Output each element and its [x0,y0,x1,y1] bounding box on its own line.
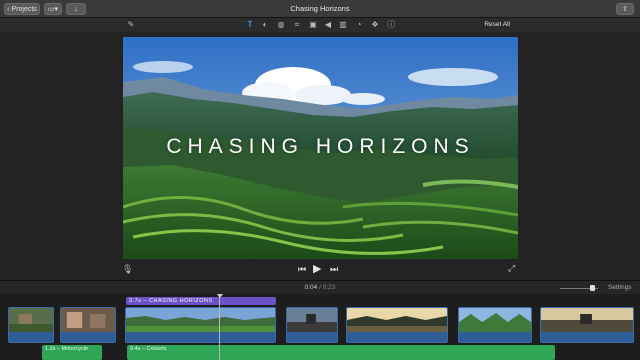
color-correction-icon[interactable]: ◍ [276,20,286,30]
reset-all-button[interactable]: Reset All [484,21,510,28]
clip-filter-icon[interactable]: ❖ [370,20,380,30]
total-time: 0:23 [322,284,336,291]
timecode: 0:04 / 0:23 [0,284,640,291]
fullscreen-icon[interactable]: ⤢ [508,263,515,274]
volume-icon[interactable]: ◀ [323,20,333,30]
stabilization-icon[interactable]: ▣ [308,20,318,30]
adjustments-toolbar: ✎ T ◐ ◍ ⌗ ▣ ◀ ▥ ◔ ❖ ⓘ Reset All [0,18,640,32]
clip-audio [287,332,337,342]
skip-forward-icon[interactable]: ⏭ [330,264,338,275]
clip-thumbnail [347,308,447,332]
title-icon[interactable]: T [245,20,255,30]
video-clip[interactable] [60,307,116,343]
settings-button[interactable]: Settings [608,284,632,291]
share-button[interactable]: ⇪ [616,3,634,15]
share-icon: ⇪ [622,6,628,13]
video-preview: CHASING HORIZONS [123,37,518,259]
clip-thumbnail [459,308,531,332]
skip-back-icon[interactable]: ⏮ [298,264,306,275]
clip-thumbnail [541,308,633,332]
timeline[interactable]: 3.7s – CHASING HORIZONS 1.2s – Motorcycl… [0,294,640,360]
viewer: CHASING HORIZONS 🎙 ⏮ ▶ ⏭ ⤢ [0,32,640,280]
video-title-overlay: CHASING HORIZONS [166,135,475,158]
clip-audio [61,332,115,342]
speed-icon[interactable]: ◔ [354,20,364,30]
microphone-icon[interactable]: 🎙 [122,264,133,275]
clip-audio [126,332,275,342]
zoom-slider-knob[interactable] [590,285,595,291]
title-bar: ‹ Projects ▭▾ ↓ Chasing Horizons ⇪ [0,0,640,18]
video-clip[interactable] [458,307,532,343]
play-icon[interactable]: ▶ [313,262,321,275]
playhead-handle[interactable] [217,294,223,298]
audio-clip[interactable]: 9.4s – Crickets [127,345,555,360]
magic-wand-icon[interactable]: ✎ [126,20,136,30]
title-clip[interactable]: 3.7s – CHASING HORIZONS [126,297,276,305]
clip-thumbnail [9,308,53,332]
clip-audio [459,332,531,342]
video-clip[interactable] [286,307,338,343]
video-clip[interactable] [125,307,276,343]
clip-thumbnail [126,308,275,332]
noise-reduction-icon[interactable]: ▥ [338,20,348,30]
info-icon[interactable]: ⓘ [386,20,396,30]
video-clip[interactable] [8,307,54,343]
video-clip[interactable] [346,307,448,343]
timecode-bar: 0:04 / 0:23 Settings [0,280,640,294]
clip-audio [9,332,53,342]
clip-audio [347,332,447,342]
crop-icon[interactable]: ⌗ [292,20,302,30]
window-title: Chasing Horizons [290,4,350,13]
clip-thumbnail [61,308,115,332]
playhead[interactable] [219,294,220,360]
video-clip[interactable] [540,307,634,343]
clip-thumbnail [287,308,337,332]
current-time: 0:04 [304,284,318,291]
color-balance-icon[interactable]: ◐ [260,20,270,30]
audio-clip[interactable]: 1.2s – Motorcycle [42,345,102,360]
clip-audio [541,332,633,342]
